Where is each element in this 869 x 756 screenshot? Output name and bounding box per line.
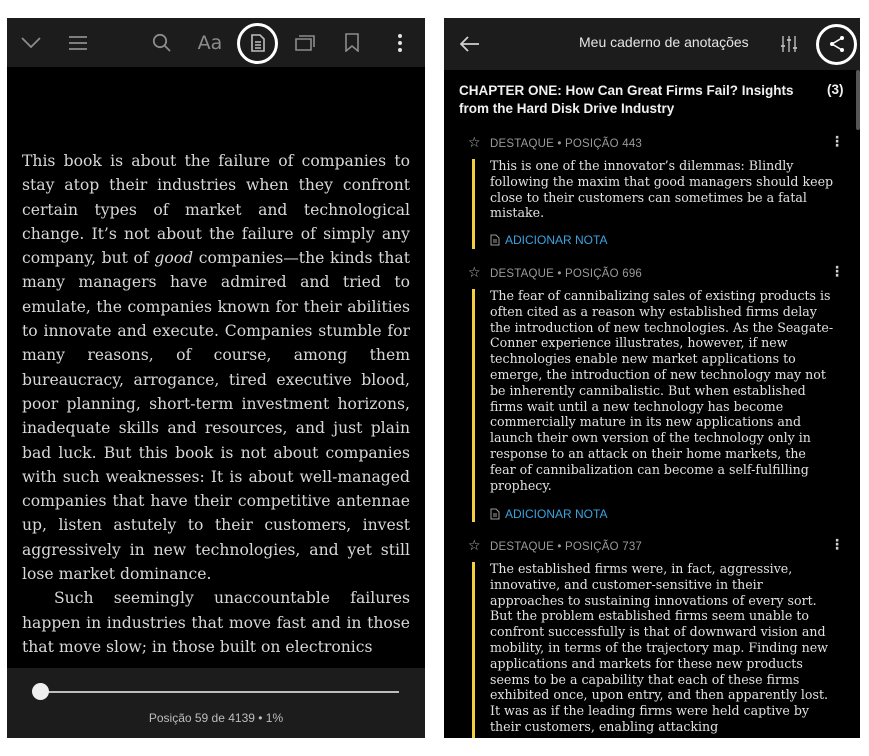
highlight-meta: DESTAQUE • POSIÇÃO 696: [490, 268, 643, 280]
highlight-text: The fear of cannibalizing sales of exist…: [490, 288, 834, 493]
page-flip-icon[interactable]: [294, 18, 316, 67]
font-settings-icon[interactable]: Aa: [196, 18, 224, 67]
more-options-icon[interactable]: ⋮: [830, 537, 844, 553]
book-paragraph-1: This book is about the failure of compan…: [22, 149, 410, 586]
notebook-title: Meu caderno de anotações: [579, 34, 749, 50]
highlight-meta: DESTAQUE • POSIÇÃO 443: [490, 138, 643, 150]
more-options-icon[interactable]: ⋮: [830, 134, 844, 150]
highlight-color-bar: [472, 562, 475, 738]
chapter-highlight-count: (3): [827, 82, 844, 97]
reader-toolbar: Aa: [7, 18, 425, 67]
add-note-label: ADICIONAR NOTA: [505, 507, 608, 521]
chevron-down-icon[interactable]: [19, 18, 43, 67]
more-options-icon[interactable]: [393, 18, 407, 67]
add-note-button[interactable]: ADICIONAR NOTA: [490, 507, 607, 521]
paragraph-text: companies—the kinds that many managers h…: [22, 249, 410, 584]
more-options-icon[interactable]: ⋮: [830, 264, 844, 280]
highlight-meta: DESTAQUE • POSIÇÃO 737: [490, 541, 643, 553]
star-icon[interactable]: ☆: [468, 538, 481, 554]
highlight-color-bar: [472, 289, 475, 522]
position-label: Posição 59 de 4139 • 1%: [148, 711, 284, 725]
star-icon[interactable]: ☆: [468, 135, 481, 151]
add-note-button[interactable]: ADICIONAR NOTA: [490, 233, 607, 247]
share-icon-highlight-circle: [816, 24, 857, 65]
menu-icon[interactable]: [67, 18, 89, 67]
notebook-icon-highlight-circle: [237, 23, 278, 64]
highlight-text: The established firms were, in fact, agg…: [490, 561, 829, 734]
chapter-heading[interactable]: CHAPTER ONE: How Can Great Firms Fail? I…: [459, 82, 809, 118]
back-arrow-icon[interactable]: [459, 18, 481, 70]
star-icon[interactable]: ☆: [468, 265, 481, 281]
progress-slider-knob[interactable]: [32, 683, 49, 700]
reader-panel: Aa This book is about the failure of com…: [7, 18, 425, 738]
emphasis-text: good: [154, 249, 194, 268]
book-paragraph-2: Such seemingly unaccountable failures ha…: [22, 589, 410, 656]
bookmark-icon[interactable]: [343, 18, 361, 67]
search-icon[interactable]: [150, 18, 172, 67]
scrollbar[interactable]: [856, 70, 860, 130]
notebook-panel: Meu caderno de anotações CHAPTER ONE: Ho…: [444, 18, 860, 738]
progress-slider[interactable]: [37, 691, 399, 693]
filter-icon[interactable]: [779, 18, 799, 70]
highlight-color-bar: [472, 159, 475, 249]
font-settings-label: Aa: [197, 31, 223, 54]
note-icon: [490, 234, 500, 246]
reader-footer: Posição 59 de 4139 • 1%: [7, 668, 425, 738]
notebook-toolbar: Meu caderno de anotações: [444, 18, 860, 70]
note-icon: [490, 508, 500, 520]
highlight-text: This is one of the innovator’s dilemmas:…: [490, 158, 834, 221]
book-page-text: This book is about the failure of compan…: [22, 149, 410, 674]
add-note-label: ADICIONAR NOTA: [505, 233, 608, 247]
